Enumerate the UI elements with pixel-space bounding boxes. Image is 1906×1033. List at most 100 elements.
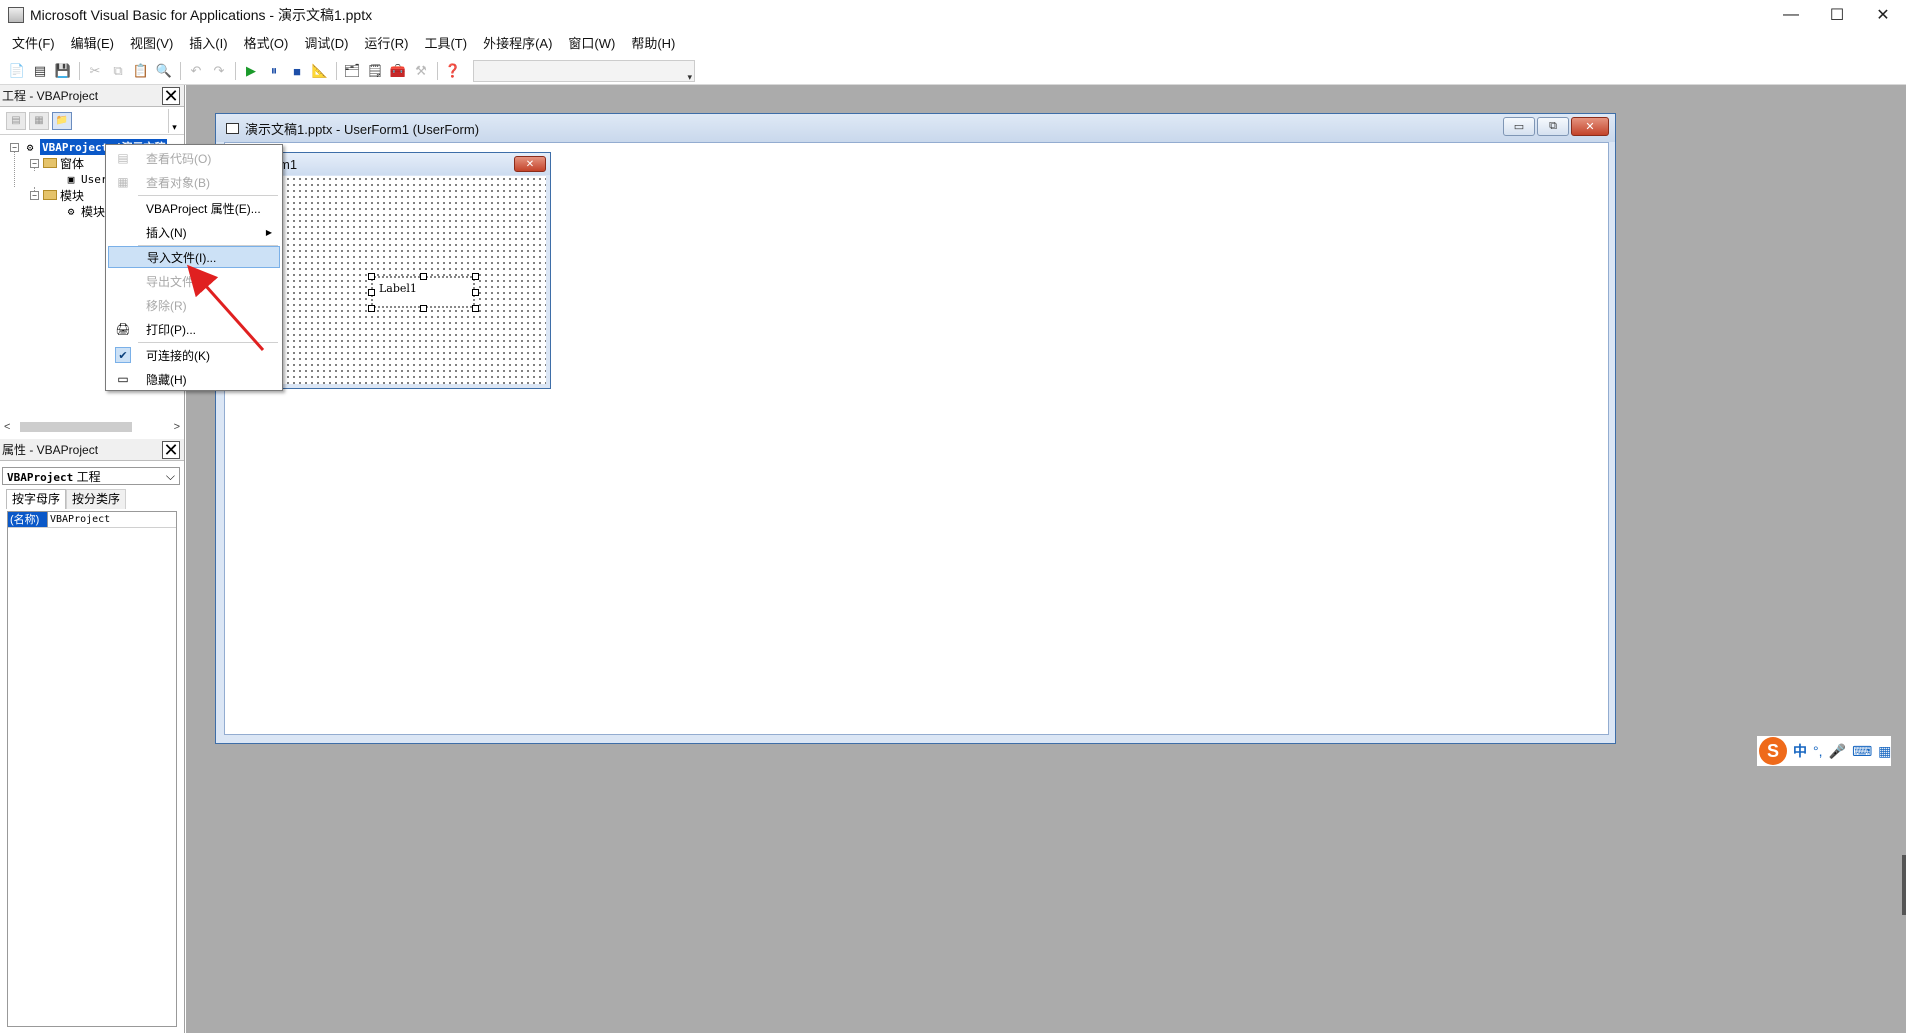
menu-view[interactable]: 视图(V) [124,33,179,55]
menu-item-import-file[interactable]: 导入文件(I)... [108,246,280,268]
resize-handle[interactable] [368,273,375,280]
project-explorer-icon[interactable]: 🗂 [341,60,363,82]
properties-grid: (名称) VBAProject [7,511,177,1027]
close-button[interactable]: ✕ [1860,0,1906,30]
menu-file[interactable]: 文件(F) [6,33,61,55]
view-code-icon[interactable]: ▤ [6,111,26,130]
properties-pane-close-button[interactable]: ✕ [162,440,180,459]
menu-item-project-properties[interactable]: VBAProject 属性(E)... [108,197,280,219]
menu-debug[interactable]: 调试(D) [298,33,354,55]
designer-titlebar[interactable]: 演示文稿1.pptx - UserForm1 (UserForm) ▭ ⧉ ✕ [216,114,1615,142]
collapse-icon[interactable]: − [30,190,39,200]
designer-title: 演示文稿1.pptx - UserForm1 (UserForm) [245,121,480,137]
menu-item-remove[interactable]: 移除(R) [108,294,280,316]
cut-icon[interactable]: ✂ [84,60,106,82]
view-object-icon: ▦ [117,175,129,189]
tab-alphabetic[interactable]: 按字母序 [6,489,67,509]
userform-titlebar[interactable]: m1 ✕ [239,153,550,175]
keyboard-icon[interactable]: ⌨ [1852,743,1872,760]
reset-icon[interactable]: ■ [286,60,308,82]
tree-node-modules[interactable]: − 模块 [30,187,84,203]
scroll-left-icon[interactable]: < [4,421,10,433]
tree-module-label: 模块 [81,204,106,219]
copy-icon[interactable]: ⧉ [107,60,129,82]
menu-item-label: 打印(P)... [146,322,196,337]
properties-window-icon[interactable]: 🗒 [364,60,386,82]
property-value[interactable]: VBAProject [48,512,110,527]
menu-item-view-code[interactable]: ▤ 查看代码(O) [108,147,280,169]
menu-run[interactable]: 运行(R) [358,33,414,55]
tree-node-forms[interactable]: − 窗体 [30,155,84,171]
scroll-right-icon[interactable]: > [174,421,180,433]
paste-icon[interactable]: 📋 [130,60,152,82]
maximize-button[interactable]: ☐ [1814,0,1860,30]
object-name: VBAProject [7,470,74,484]
collapse-icon[interactable]: − [10,142,19,152]
userform-close-button[interactable]: ✕ [514,156,546,172]
tree-node-userform[interactable]: ▣ User [64,171,108,187]
menu-tools[interactable]: 工具(T) [418,33,473,55]
tree-forms-label: 窗体 [60,156,85,171]
resize-handle[interactable] [368,289,375,296]
project-horizontal-scrollbar[interactable]: < > [4,419,180,435]
menu-item-insert[interactable]: 插入(N) ▶ [108,221,280,243]
menu-item-print[interactable]: 🖨 打印(P)... [108,318,280,340]
menu-format[interactable]: 格式(O) [238,33,295,55]
run-icon[interactable]: ▶ [240,60,262,82]
chevron-down-icon[interactable]: ▾ [168,109,180,133]
design-mode-icon[interactable]: 📐 [309,60,331,82]
undo-icon[interactable]: ↶ [185,60,207,82]
new-document-icon[interactable]: 📄 [6,60,28,82]
userform-grid-canvas[interactable]: Label1 [243,176,546,384]
menu-addins[interactable]: 外接程序(A) [477,33,558,55]
menu-edit[interactable]: 编辑(E) [65,33,120,55]
tab-categorized[interactable]: 按分类序 [66,489,127,509]
punctuation-icon[interactable]: °, [1813,743,1823,759]
view-object-icon[interactable]: ▦ [29,111,49,130]
microphone-icon[interactable]: 🎤 [1829,743,1846,760]
redo-icon[interactable]: ↷ [208,60,230,82]
title-bar: Microsoft Visual Basic for Applications … [0,0,1906,30]
menu-help[interactable]: 帮助(H) [625,33,681,55]
chevron-down-icon[interactable]: ⌵ [166,469,175,484]
scroll-thumb[interactable] [20,422,132,432]
label-control[interactable]: Label1 [371,276,475,308]
project-pane-close-button[interactable]: ✕ [162,86,180,105]
menu-item-dockable[interactable]: ✔ 可连接的(K) [108,344,280,366]
menu-item-export-file[interactable]: 导出文件( [108,270,280,292]
menu-item-hide[interactable]: ▭ 隐藏(H) [108,368,280,390]
find-icon[interactable]: 🔍 [153,60,175,82]
tree-node-module[interactable]: ⚙ 模块 [64,203,105,219]
resize-handle[interactable] [472,305,479,312]
resize-handle[interactable] [472,273,479,280]
tree-modules-label: 模块 [60,188,85,203]
toggle-folders-icon[interactable]: 📁 [52,111,72,130]
resize-handle[interactable] [420,305,427,312]
resize-handle[interactable] [472,289,479,296]
menu-window[interactable]: 窗口(W) [562,33,621,55]
checkmark-icon: ✔ [115,347,131,363]
object-selector[interactable]: VBAProject 工程 ⌵ [2,467,180,485]
menu-insert[interactable]: 插入(I) [183,33,233,55]
userform[interactable]: m1 ✕ Label1 [238,152,551,389]
menu-item-view-object[interactable]: ▦ 查看对象(B) [108,171,280,193]
position-combo[interactable] [473,60,695,83]
property-row[interactable]: (名称) VBAProject [8,512,176,528]
help-icon[interactable]: ❓ [442,60,464,82]
break-icon[interactable]: ⏸ [263,60,285,82]
collapse-icon[interactable]: − [30,158,39,168]
designer-restore-button[interactable]: ⧉ [1537,117,1569,136]
menu-item-label: 移除(R) [146,298,187,313]
resize-handle[interactable] [420,273,427,280]
resize-handle[interactable] [368,305,375,312]
designer-close-button[interactable]: ✕ [1571,117,1609,136]
ime-language-toggle[interactable]: 中 [1793,741,1807,761]
menu-grid-icon[interactable]: ▦ [1878,743,1891,760]
save-icon[interactable]: 💾 [52,60,74,82]
sogou-logo-icon[interactable]: S [1759,737,1787,765]
object-browser-icon[interactable]: 🧰 [387,60,409,82]
designer-minimize-button[interactable]: ▭ [1503,117,1535,136]
insert-userform-icon[interactable]: ▤ [29,60,51,82]
toolbox-icon[interactable]: ⚒ [410,60,432,82]
minimize-button[interactable]: — [1768,0,1814,30]
